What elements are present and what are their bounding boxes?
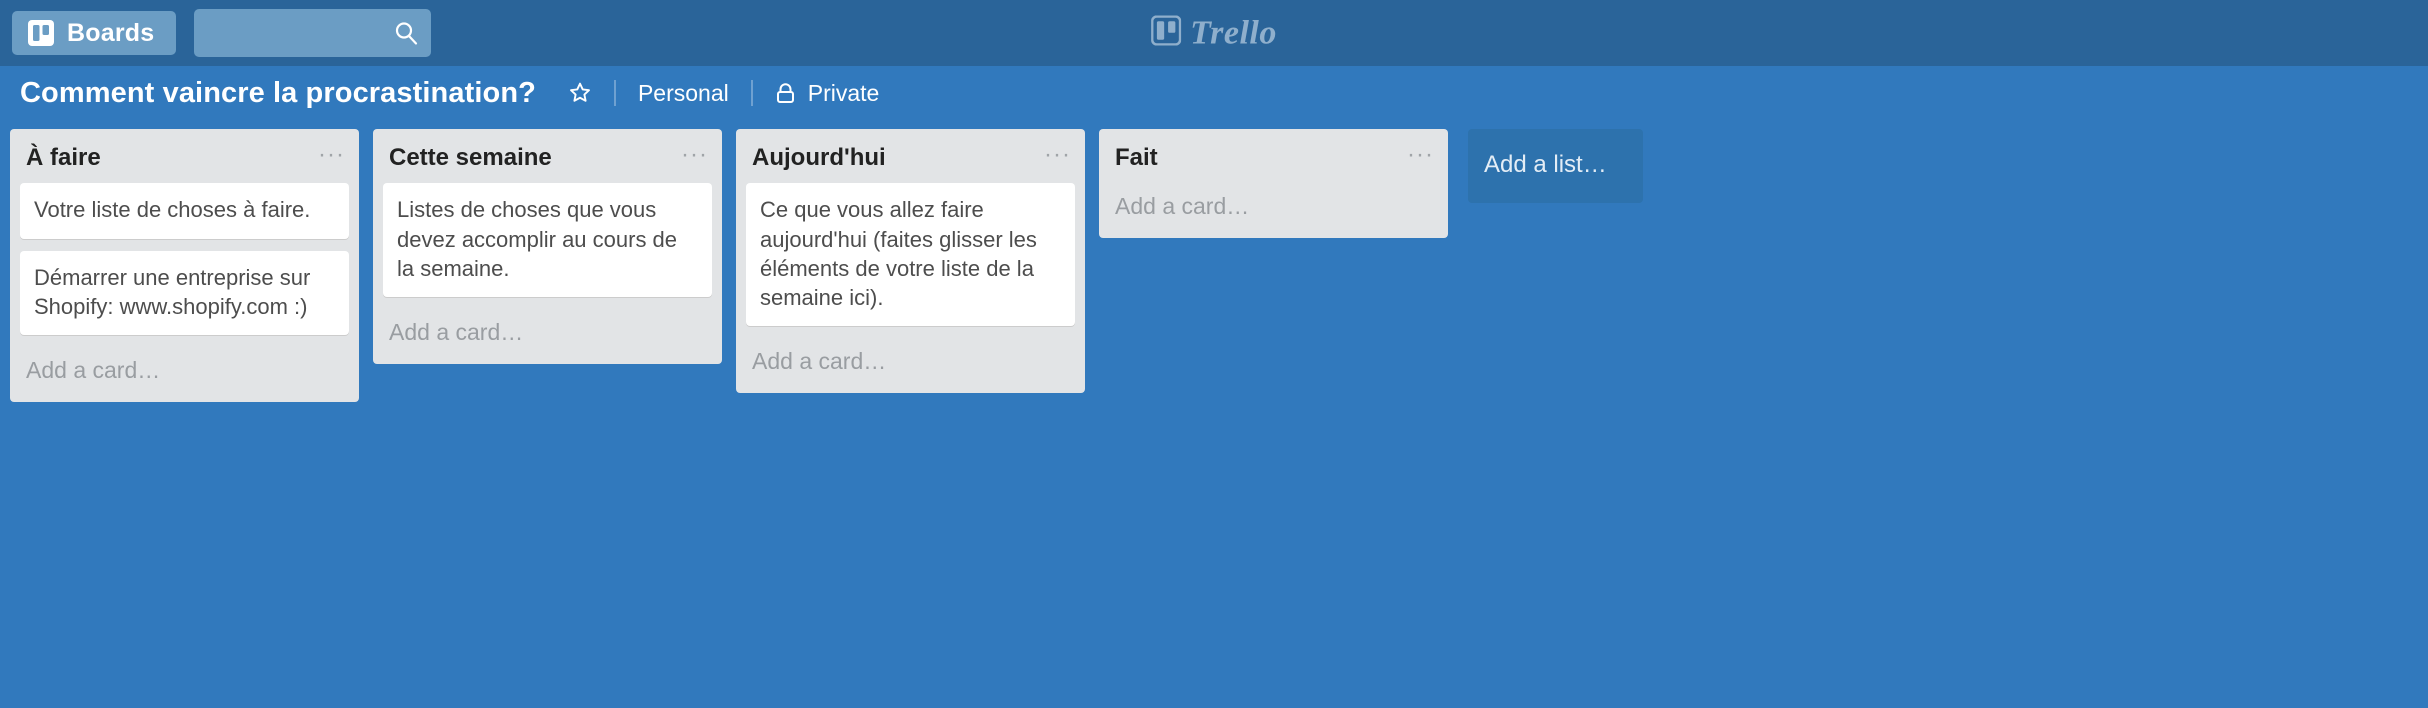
card-container: Votre liste de choses à faire. Démarrer …: [10, 183, 359, 336]
trello-wordmark: Trello: [1190, 14, 1277, 51]
boards-button-label: Boards: [67, 18, 155, 47]
card[interactable]: Ce que vous allez faire aujourd'hui (fai…: [746, 183, 1075, 327]
list-header: Aujourd'hui ···: [736, 129, 1085, 183]
star-outline-icon[interactable]: [568, 81, 592, 105]
card[interactable]: Démarrer une entreprise sur Shopify: www…: [20, 250, 349, 336]
add-card-button[interactable]: Add a card…: [10, 347, 359, 396]
visibility-button[interactable]: Private: [775, 79, 880, 107]
add-card-button[interactable]: Add a card…: [1099, 183, 1448, 232]
search-input[interactable]: [194, 9, 432, 57]
list-header: Cette semaine ···: [373, 129, 722, 183]
visibility-label: Private: [807, 79, 880, 106]
boards-button[interactable]: Boards: [12, 11, 177, 55]
organization-name[interactable]: Personal: [638, 80, 729, 107]
list-column: À faire ··· Votre liste de choses à fair…: [10, 129, 359, 403]
add-card-button[interactable]: Add a card…: [736, 338, 1085, 387]
list-title[interactable]: Cette semaine: [389, 144, 552, 171]
card[interactable]: Votre liste de choses à faire.: [20, 183, 349, 239]
card-container: Ce que vous allez faire aujourd'hui (fai…: [736, 183, 1085, 327]
board-icon: [28, 20, 54, 46]
list-column: Cette semaine ··· Listes de choses que v…: [373, 129, 722, 365]
list-menu-icon[interactable]: ···: [1044, 143, 1071, 167]
trello-logo[interactable]: Trello: [1150, 14, 1277, 51]
list-menu-icon[interactable]: ···: [318, 143, 345, 167]
list-menu-icon[interactable]: ···: [1407, 143, 1434, 167]
lock-icon: [775, 82, 796, 105]
list-column: Fait ··· Add a card…: [1099, 129, 1448, 239]
list-title[interactable]: À faire: [26, 144, 101, 171]
list-header: Fait ···: [1099, 129, 1448, 183]
add-list-button[interactable]: Add a list…: [1468, 129, 1643, 203]
list-title[interactable]: Aujourd'hui: [752, 144, 886, 171]
search-box[interactable]: [194, 9, 432, 57]
page-title[interactable]: Comment vaincre la procrastination?: [20, 77, 536, 110]
board-header-bar: Comment vaincre la procrastination? Pers…: [0, 66, 2428, 120]
add-card-button[interactable]: Add a card…: [373, 309, 722, 358]
card[interactable]: Listes de choses que vous devez accompli…: [383, 183, 712, 298]
list-menu-icon[interactable]: ···: [681, 143, 708, 167]
list-header: À faire ···: [10, 129, 359, 183]
divider: [613, 80, 616, 106]
divider: [750, 80, 753, 106]
list-title[interactable]: Fait: [1115, 144, 1158, 171]
trello-board-icon: [1150, 15, 1182, 51]
list-column: Aujourd'hui ··· Ce que vous allez faire …: [736, 129, 1085, 394]
top-header: Boards Trello: [0, 0, 2428, 66]
board-canvas: À faire ··· Votre liste de choses à fair…: [0, 120, 2428, 708]
card-container: Listes de choses que vous devez accompli…: [373, 183, 722, 298]
